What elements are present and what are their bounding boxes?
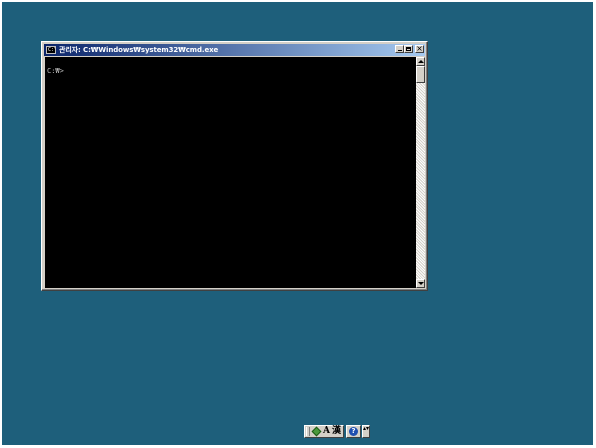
ime-language-bar: A 漢 ? ▴▾: [304, 425, 373, 438]
close-icon: ×: [416, 44, 423, 53]
help-icon[interactable]: ?: [349, 427, 358, 436]
window-titlebar[interactable]: C:\ 관리자: C:₩Windows₩system32₩cmd.exe ×: [44, 44, 425, 56]
options-icon[interactable]: ▴▾: [363, 426, 369, 437]
ime-options-segment: ▴▾: [362, 425, 370, 438]
minimize-button[interactable]: [395, 45, 404, 53]
window-title: 관리자: C:₩Windows₩system32₩cmd.exe: [59, 46, 219, 54]
console-output[interactable]: C:₩>: [45, 57, 416, 288]
arrow-down-icon: [418, 282, 424, 285]
scroll-down-button[interactable]: [416, 279, 425, 288]
ime-mode-button[interactable]: A: [323, 426, 330, 437]
ime-hanja-button[interactable]: 漢: [332, 426, 341, 437]
command-prompt: C:₩>: [47, 67, 64, 75]
ime-input-icon[interactable]: [311, 426, 322, 437]
ime-help-segment: ?: [346, 425, 361, 438]
ime-main-segment: A 漢: [304, 425, 344, 438]
scrollbar-thumb[interactable]: [416, 66, 425, 83]
ime-grip-handle[interactable]: [306, 427, 310, 436]
maximize-button[interactable]: [404, 45, 413, 53]
desktop: C:\ 관리자: C:₩Windows₩system32₩cmd.exe × C…: [2, 2, 593, 445]
vertical-scrollbar[interactable]: [416, 57, 425, 288]
close-button[interactable]: ×: [415, 44, 424, 53]
maximize-icon: [406, 47, 411, 51]
window-controls: ×: [395, 44, 424, 53]
scroll-up-button[interactable]: [416, 57, 425, 66]
minimize-icon: [398, 50, 402, 51]
cmd-window[interactable]: C:\ 관리자: C:₩Windows₩system32₩cmd.exe × C…: [41, 41, 428, 291]
cmd-icon[interactable]: C:\: [46, 46, 56, 54]
arrow-up-icon: [418, 60, 424, 63]
